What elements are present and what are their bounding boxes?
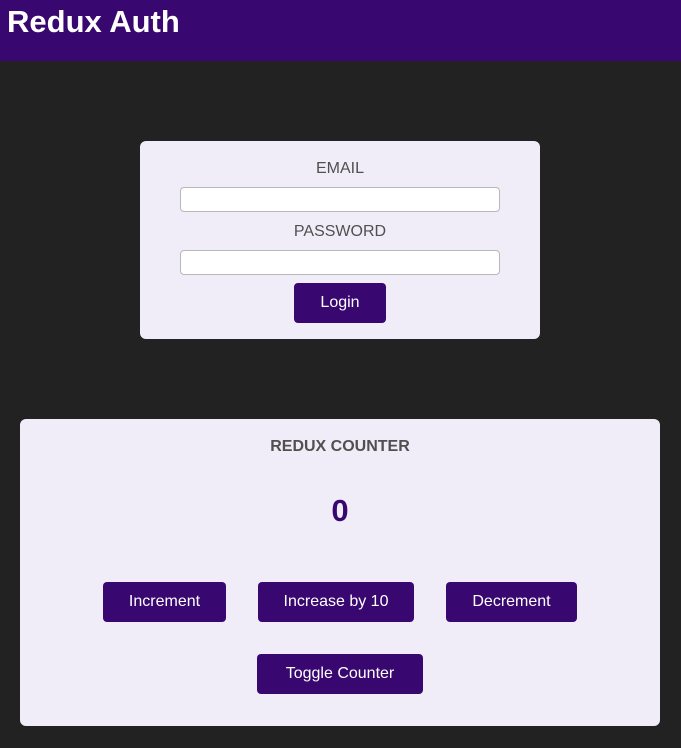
toggle-counter-button[interactable]: Toggle Counter: [257, 654, 423, 694]
app-header: Redux Auth: [0, 0, 681, 61]
login-form: EMAIL PASSWORD Login: [140, 141, 540, 339]
email-field[interactable]: [180, 187, 500, 212]
password-field[interactable]: [180, 250, 500, 275]
decrement-button[interactable]: Decrement: [446, 582, 577, 622]
increase-by-10-button[interactable]: Increase by 10: [258, 582, 414, 622]
email-label: EMAIL: [315, 160, 364, 177]
app-title: Redux Auth: [7, 4, 180, 39]
password-label: PASSWORD: [293, 223, 387, 240]
counter-heading: REDUX COUNTER: [270, 438, 410, 455]
increment-button[interactable]: Increment: [103, 582, 226, 622]
counter-value: 0: [331, 493, 349, 528]
redux-counter: REDUX COUNTER 0 Increment Increase by 10…: [20, 419, 660, 726]
login-button[interactable]: Login: [294, 283, 386, 323]
